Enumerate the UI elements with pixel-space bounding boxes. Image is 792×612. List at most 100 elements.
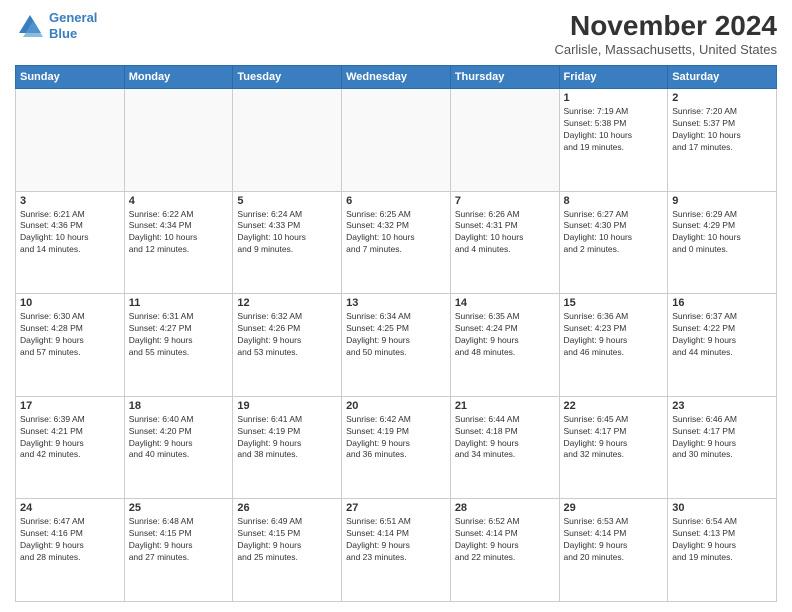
logo-line1: General [49, 10, 97, 25]
day-number: 4 [129, 195, 229, 207]
calendar-cell: 3 Sunrise: 6:21 AM Sunset: 4:36 PM Daylig… [16, 191, 125, 294]
calendar-cell: 29Sunrise: 6:53 AM Sunset: 4:14 PM Dayli… [559, 499, 668, 602]
day-number: 26 [237, 502, 337, 514]
day-info: Sunrise: 6:32 AM Sunset: 4:26 PM Dayligh… [237, 311, 337, 359]
day-number: 22 [564, 400, 664, 412]
day-number: 27 [346, 502, 446, 514]
calendar-cell: 5 Sunrise: 6:24 AM Sunset: 4:33 PM Daylig… [233, 191, 342, 294]
day-header-thursday: Thursday [450, 66, 559, 89]
calendar-cell: 25 Sunrise: 6:48 AM Sunset: 4:15 PM Dayli… [124, 499, 233, 602]
day-number: 23 [672, 400, 772, 412]
calendar-header: SundayMondayTuesdayWednesdayThursdayFrid… [16, 66, 777, 89]
day-info: Sunrise: 6:29 AM Sunset: 4:29 PM Dayligh… [672, 209, 772, 257]
day-info: Sunrise: 6:48 AM Sunset: 4:15 PM Dayligh… [129, 516, 229, 564]
day-info: Sunrise: 6:27 AM Sunset: 4:30 PM Dayligh… [564, 209, 664, 257]
calendar-cell: 21 Sunrise: 6:44 AM Sunset: 4:18 PM Dayli… [450, 396, 559, 499]
calendar-cell: 20 Sunrise: 6:42 AM Sunset: 4:19 PM Dayli… [342, 396, 451, 499]
calendar-cell: 18 Sunrise: 6:40 AM Sunset: 4:20 PM Dayli… [124, 396, 233, 499]
day-number: 2 [672, 92, 772, 104]
day-number: 10 [20, 297, 120, 309]
day-number: 24 [20, 502, 120, 514]
day-header-wednesday: Wednesday [342, 66, 451, 89]
day-header-monday: Monday [124, 66, 233, 89]
calendar-cell: 10 Sunrise: 6:30 AM Sunset: 4:28 PM Dayli… [16, 294, 125, 397]
day-number: 1 [564, 92, 664, 104]
day-number: 5 [237, 195, 337, 207]
day-info: Sunrise: 6:25 AM Sunset: 4:32 PM Dayligh… [346, 209, 446, 257]
day-number: 30 [672, 502, 772, 514]
calendar-cell: 9Sunrise: 6:29 AM Sunset: 4:29 PM Daylig… [668, 191, 777, 294]
day-info: Sunrise: 6:35 AM Sunset: 4:24 PM Dayligh… [455, 311, 555, 359]
day-header-sunday: Sunday [16, 66, 125, 89]
day-info: Sunrise: 7:19 AM Sunset: 5:38 PM Dayligh… [564, 106, 664, 154]
day-number: 13 [346, 297, 446, 309]
day-info: Sunrise: 6:31 AM Sunset: 4:27 PM Dayligh… [129, 311, 229, 359]
calendar-cell: 4Sunrise: 6:22 AM Sunset: 4:34 PM Daylig… [124, 191, 233, 294]
day-info: Sunrise: 6:40 AM Sunset: 4:20 PM Dayligh… [129, 414, 229, 462]
day-number: 18 [129, 400, 229, 412]
days-of-week-row: SundayMondayTuesdayWednesdayThursdayFrid… [16, 66, 777, 89]
calendar-cell: 28 Sunrise: 6:52 AM Sunset: 4:14 PM Dayli… [450, 499, 559, 602]
day-number: 8 [564, 195, 664, 207]
day-info: Sunrise: 6:30 AM Sunset: 4:28 PM Dayligh… [20, 311, 120, 359]
calendar-cell: 17Sunrise: 6:39 AM Sunset: 4:21 PM Dayli… [16, 396, 125, 499]
calendar-cell [16, 89, 125, 192]
day-info: Sunrise: 6:46 AM Sunset: 4:17 PM Dayligh… [672, 414, 772, 462]
day-info: Sunrise: 6:47 AM Sunset: 4:16 PM Dayligh… [20, 516, 120, 564]
day-number: 20 [346, 400, 446, 412]
day-number: 25 [129, 502, 229, 514]
calendar-cell: 6 Sunrise: 6:25 AM Sunset: 4:32 PM Daylig… [342, 191, 451, 294]
week-row-5: 24 Sunrise: 6:47 AM Sunset: 4:16 PM Dayli… [16, 499, 777, 602]
day-header-tuesday: Tuesday [233, 66, 342, 89]
calendar-cell: 15 Sunrise: 6:36 AM Sunset: 4:23 PM Dayli… [559, 294, 668, 397]
day-info: Sunrise: 6:53 AM Sunset: 4:14 PM Dayligh… [564, 516, 664, 564]
calendar-cell: 19 Sunrise: 6:41 AM Sunset: 4:19 PM Dayli… [233, 396, 342, 499]
calendar-cell: 22Sunrise: 6:45 AM Sunset: 4:17 PM Dayli… [559, 396, 668, 499]
day-info: Sunrise: 7:20 AM Sunset: 5:37 PM Dayligh… [672, 106, 772, 154]
day-number: 11 [129, 297, 229, 309]
calendar-cell: 2 Sunrise: 7:20 AM Sunset: 5:37 PM Daylig… [668, 89, 777, 192]
calendar-cell: 8 Sunrise: 6:27 AM Sunset: 4:30 PM Daylig… [559, 191, 668, 294]
day-number: 3 [20, 195, 120, 207]
day-number: 6 [346, 195, 446, 207]
day-number: 21 [455, 400, 555, 412]
day-number: 28 [455, 502, 555, 514]
logo-line2: Blue [49, 26, 77, 41]
day-number: 15 [564, 297, 664, 309]
day-number: 7 [455, 195, 555, 207]
calendar-cell: 11 Sunrise: 6:31 AM Sunset: 4:27 PM Dayli… [124, 294, 233, 397]
day-info: Sunrise: 6:51 AM Sunset: 4:14 PM Dayligh… [346, 516, 446, 564]
calendar-cell: 30Sunrise: 6:54 AM Sunset: 4:13 PM Dayli… [668, 499, 777, 602]
calendar-body: 1 Sunrise: 7:19 AM Sunset: 5:38 PM Daylig… [16, 89, 777, 602]
day-header-friday: Friday [559, 66, 668, 89]
calendar-cell: 14 Sunrise: 6:35 AM Sunset: 4:24 PM Dayli… [450, 294, 559, 397]
logo-text: General Blue [49, 10, 97, 41]
calendar-cell: 24 Sunrise: 6:47 AM Sunset: 4:16 PM Dayli… [16, 499, 125, 602]
logo-icon [15, 11, 45, 41]
day-number: 19 [237, 400, 337, 412]
day-info: Sunrise: 6:36 AM Sunset: 4:23 PM Dayligh… [564, 311, 664, 359]
day-info: Sunrise: 6:49 AM Sunset: 4:15 PM Dayligh… [237, 516, 337, 564]
day-info: Sunrise: 6:41 AM Sunset: 4:19 PM Dayligh… [237, 414, 337, 462]
calendar-cell [233, 89, 342, 192]
calendar-cell: 16Sunrise: 6:37 AM Sunset: 4:22 PM Dayli… [668, 294, 777, 397]
day-info: Sunrise: 6:37 AM Sunset: 4:22 PM Dayligh… [672, 311, 772, 359]
page: General Blue November 2024 Carlisle, Mas… [0, 0, 792, 612]
day-info: Sunrise: 6:44 AM Sunset: 4:18 PM Dayligh… [455, 414, 555, 462]
day-info: Sunrise: 6:52 AM Sunset: 4:14 PM Dayligh… [455, 516, 555, 564]
week-row-1: 1 Sunrise: 7:19 AM Sunset: 5:38 PM Daylig… [16, 89, 777, 192]
week-row-3: 10 Sunrise: 6:30 AM Sunset: 4:28 PM Dayli… [16, 294, 777, 397]
day-info: Sunrise: 6:39 AM Sunset: 4:21 PM Dayligh… [20, 414, 120, 462]
calendar-cell [450, 89, 559, 192]
calendar-cell: 7Sunrise: 6:26 AM Sunset: 4:31 PM Daylig… [450, 191, 559, 294]
calendar-cell [124, 89, 233, 192]
day-info: Sunrise: 6:42 AM Sunset: 4:19 PM Dayligh… [346, 414, 446, 462]
day-number: 14 [455, 297, 555, 309]
day-info: Sunrise: 6:21 AM Sunset: 4:36 PM Dayligh… [20, 209, 120, 257]
week-row-2: 3 Sunrise: 6:21 AM Sunset: 4:36 PM Daylig… [16, 191, 777, 294]
calendar-cell [342, 89, 451, 192]
calendar-cell: 23 Sunrise: 6:46 AM Sunset: 4:17 PM Dayli… [668, 396, 777, 499]
day-header-saturday: Saturday [668, 66, 777, 89]
calendar-table: SundayMondayTuesdayWednesdayThursdayFrid… [15, 65, 777, 602]
day-info: Sunrise: 6:24 AM Sunset: 4:33 PM Dayligh… [237, 209, 337, 257]
